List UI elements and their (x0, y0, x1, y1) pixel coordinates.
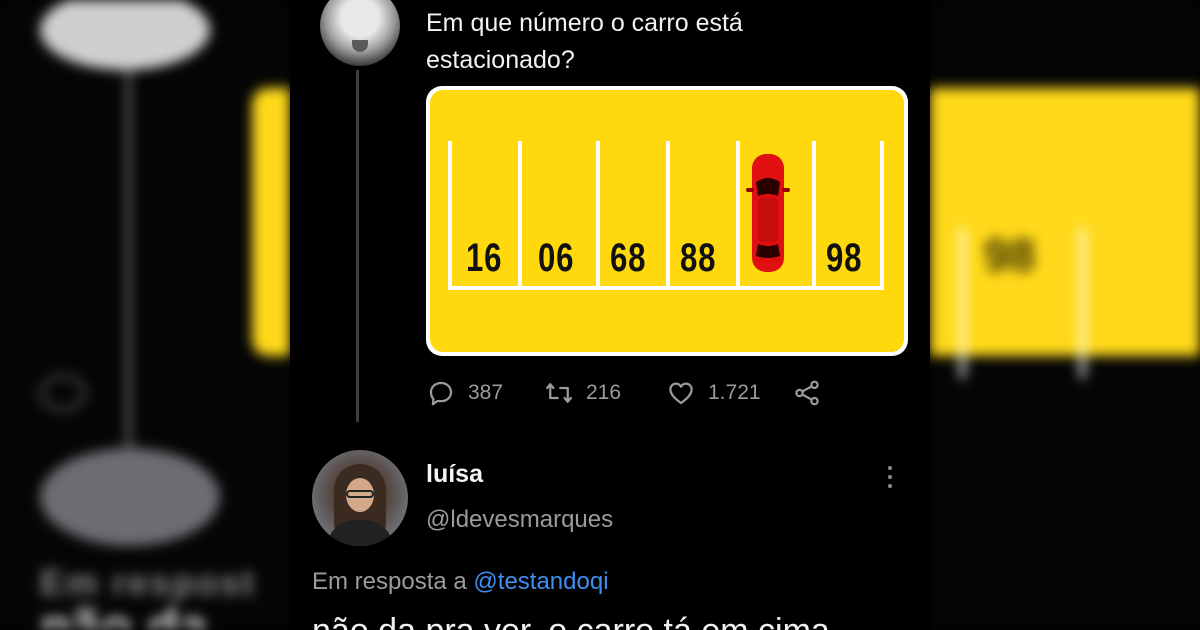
blurred-reply-body: não da (40, 599, 208, 630)
lot-number: 98 (826, 236, 863, 280)
like-count: 1.721 (708, 381, 761, 404)
lot-line (448, 141, 452, 289)
retweet-button[interactable]: 216 (544, 378, 621, 408)
blurred-reply-avatar (40, 448, 220, 546)
tweet-column: Em que número o carro está estacionado? … (290, 0, 930, 630)
retweet-count: 216 (586, 381, 622, 404)
puzzle-image[interactable]: 16 06 68 88 98 (426, 86, 908, 356)
lot-number: 68 (610, 236, 647, 280)
thread-line (356, 70, 359, 422)
lot-line (596, 141, 600, 289)
like-button[interactable]: 1.721 (666, 378, 761, 408)
reply-text: não da pra ver, o carro tá em cima (312, 612, 830, 630)
blurred-background-left: Em respost não da (0, 0, 290, 630)
share-button[interactable] (792, 378, 834, 408)
lot-baseline (448, 286, 884, 290)
replying-to-mention[interactable]: @testandoqi (473, 568, 608, 595)
share-icon (795, 380, 819, 406)
lot-number: 06 (538, 236, 575, 280)
reply-icon (429, 381, 453, 406)
blurred-number: 98 (984, 229, 1036, 281)
blurred-lot-line (960, 228, 965, 378)
lot-number: 16 (466, 236, 503, 280)
lot-number: 88 (680, 236, 717, 280)
reply-avatar[interactable] (312, 450, 408, 546)
replying-to-prefix: Em resposta a (312, 568, 467, 595)
lot-line (812, 141, 816, 289)
parking-lot: 16 06 68 88 98 (430, 90, 904, 352)
reply-button[interactable]: 387 (426, 378, 503, 408)
blurred-reply-icon (40, 375, 86, 411)
blurred-lot-line (1080, 228, 1085, 378)
tweet-actions: 387 216 1.721 (426, 378, 846, 410)
tweet-text: Em que número o carro está estacionado? (426, 9, 743, 74)
reply-author-name[interactable]: luísa (426, 460, 483, 489)
lot-line (666, 141, 670, 289)
lot-line (736, 141, 740, 289)
blurred-puzzle-card (252, 88, 290, 356)
lot-line (880, 141, 884, 289)
blurred-avatar (40, 0, 210, 70)
avatar[interactable] (320, 0, 400, 66)
replying-to: Em resposta a @testandoqi (312, 568, 609, 596)
blurred-background-right: 98 (930, 0, 1200, 630)
more-icon[interactable] (886, 466, 894, 492)
blurred-puzzle-card: 98 (930, 88, 1200, 378)
lot-line (518, 141, 522, 289)
blurred-thread-line (126, 70, 131, 450)
retweet-icon (546, 383, 572, 403)
reply-author-handle[interactable]: @ldevesmarques (426, 506, 613, 534)
reply-count: 387 (468, 381, 504, 404)
car-icon (746, 154, 790, 272)
like-icon (669, 382, 693, 405)
